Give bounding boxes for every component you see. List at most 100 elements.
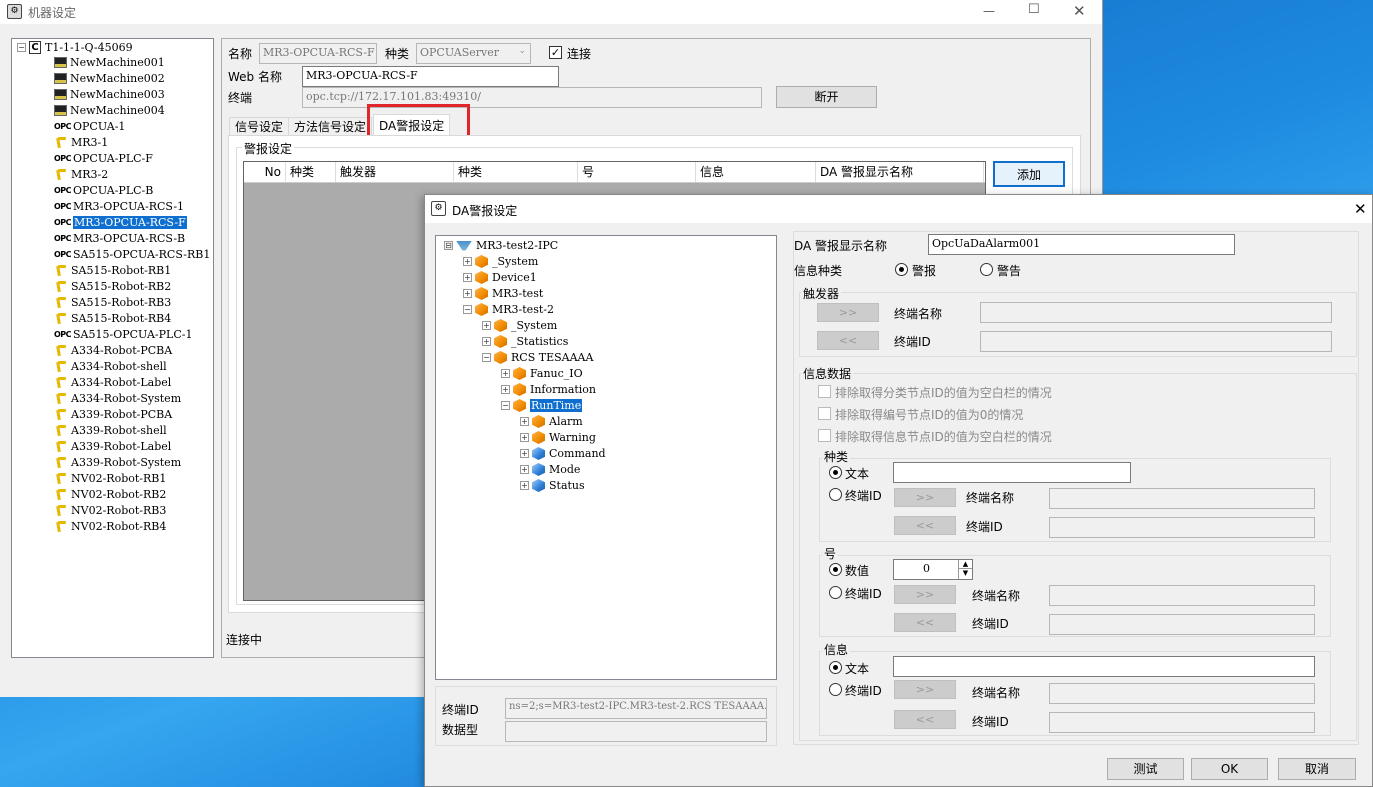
tree-item[interactable]: A334-Robot-Label xyxy=(54,374,171,390)
stepper-up-icon[interactable]: ▲ xyxy=(958,560,972,569)
info-text-input[interactable] xyxy=(893,656,1315,677)
tree-item[interactable]: OPC OPCUA-1 xyxy=(54,118,125,134)
number-forward-button[interactable]: >> xyxy=(894,585,956,604)
expand-icon[interactable]: + xyxy=(520,449,529,458)
number-node-id-field[interactable] xyxy=(1049,614,1315,635)
tree-item[interactable]: OPC OPCUA-PLC-F xyxy=(54,150,153,166)
info-node-name-field[interactable] xyxy=(1049,683,1315,704)
trigger-back-button[interactable]: << xyxy=(817,331,879,350)
tree-item[interactable]: OPC OPCUA-PLC-B xyxy=(54,182,153,198)
expand-icon[interactable]: + xyxy=(501,369,510,378)
tree-item[interactable]: OPC MR3-OPCUA-RCS-B xyxy=(54,230,185,246)
collapse-icon[interactable]: − xyxy=(501,401,510,410)
tree-item[interactable]: MR3-1 xyxy=(54,134,108,150)
test-button[interactable]: 测试 xyxy=(1107,758,1184,780)
tree-item[interactable]: MR3-2 xyxy=(54,166,108,182)
tree-item[interactable]: SA515-Robot-RB2 xyxy=(54,278,171,294)
datatype-field[interactable] xyxy=(505,721,767,742)
tree-item[interactable]: A339-Robot-PCBA xyxy=(54,406,172,422)
expand-icon[interactable]: + xyxy=(463,273,472,282)
tree-item[interactable]: A339-Robot-Label xyxy=(54,438,171,454)
kind-node-id-field[interactable] xyxy=(1049,517,1315,538)
tree-item[interactable]: A334-Robot-PCBA xyxy=(54,342,172,358)
info-node-id-radio[interactable] xyxy=(829,683,842,696)
expand-icon[interactable]: + xyxy=(482,337,491,346)
kind-node-name-field[interactable] xyxy=(1049,488,1315,509)
node-tree-item[interactable]: + Mode xyxy=(520,461,580,477)
tree-root[interactable]: − C T1-1-1-Q-45069 xyxy=(17,39,133,55)
collapse-icon[interactable]: − xyxy=(17,43,26,52)
node-id-field[interactable]: ns=2;s=MR3-test2-IPC.MR3-test-2.RCS TESA… xyxy=(505,698,767,719)
tree-item[interactable]: SA515-Robot-RB1 xyxy=(54,262,171,278)
col-display-name[interactable]: DA 警报显示名称 xyxy=(816,162,984,182)
expand-icon[interactable]: + xyxy=(520,417,529,426)
tree-item[interactable]: SA515-Robot-RB3 xyxy=(54,294,171,310)
node-tree-item[interactable]: + Fanuc_IO xyxy=(501,365,583,381)
maximize-icon[interactable]: ☐ xyxy=(1028,2,1040,17)
kind-node-id-radio[interactable] xyxy=(829,488,842,501)
warning-radio[interactable] xyxy=(980,263,993,276)
expand-icon[interactable]: + xyxy=(463,289,472,298)
node-tree-item[interactable]: + _System xyxy=(482,317,557,333)
tree-item[interactable]: OPC MR3-OPCUA-RCS-1 xyxy=(54,198,184,214)
node-tree-item[interactable]: − RCS TESAAAA xyxy=(482,349,593,365)
kind-forward-button[interactable]: >> xyxy=(894,488,956,507)
node-tree-item[interactable]: − MR3-test-2 xyxy=(463,301,554,317)
ok-button[interactable]: OK xyxy=(1191,758,1268,780)
tree-item[interactable]: SA515-Robot-RB4 xyxy=(54,310,171,326)
info-forward-button[interactable]: >> xyxy=(894,680,956,699)
node-tree-item[interactable]: + MR3-test xyxy=(463,285,543,301)
tree-item[interactable]: NewMachine001 xyxy=(54,54,165,70)
tree-item[interactable]: OPC SA515-OPCUA-RCS-RB1 xyxy=(54,246,210,262)
tab-signal-settings[interactable]: 信号设定 xyxy=(229,117,290,137)
tree-item[interactable]: A339-Robot-System xyxy=(54,454,181,470)
collapse-icon[interactable]: − xyxy=(482,353,491,362)
tree-item[interactable]: OPC SA515-OPCUA-PLC-1 xyxy=(54,326,192,342)
web-name-input[interactable]: MR3-OPCUA-RCS-F xyxy=(302,66,559,87)
exclude-blank-info-checkbox[interactable] xyxy=(818,429,831,442)
expand-icon[interactable]: + xyxy=(520,465,529,474)
exclude-blank-kind-checkbox[interactable] xyxy=(818,385,831,398)
col-no[interactable]: No xyxy=(244,162,286,182)
node-tree-item[interactable]: + _System xyxy=(463,253,538,269)
trigger-node-name-field[interactable] xyxy=(980,302,1332,323)
name-field[interactable]: MR3-OPCUA-RCS-F xyxy=(259,43,377,64)
tree-item[interactable]: NewMachine002 xyxy=(54,70,165,86)
node-tree-item[interactable]: + _Statistics xyxy=(482,333,568,349)
expand-icon[interactable]: + xyxy=(520,481,529,490)
kind-back-button[interactable]: << xyxy=(894,516,956,535)
disconnect-button[interactable]: 断开 xyxy=(776,86,877,108)
minimize-icon[interactable]: — xyxy=(983,4,995,18)
connect-checkbox[interactable]: ✓ xyxy=(549,46,562,59)
exclude-zero-number-checkbox[interactable] xyxy=(818,407,831,420)
col-number[interactable]: 号 xyxy=(578,162,696,182)
col-trigger[interactable]: 触发器 xyxy=(336,162,454,182)
machine-tree[interactable]: − C T1-1-1-Q-45069 NewMachine001 NewMachine… xyxy=(11,38,214,658)
info-node-id-field[interactable] xyxy=(1049,712,1315,733)
expand-icon[interactable]: + xyxy=(520,433,529,442)
col-kind-2[interactable]: 种类 xyxy=(454,162,578,182)
trigger-node-id-field[interactable] xyxy=(980,331,1332,352)
number-numeric-radio[interactable] xyxy=(829,563,842,576)
display-name-input[interactable]: OpcUaDaAlarm001 xyxy=(928,234,1235,255)
tree-item[interactable]: NV02-Robot-RB2 xyxy=(54,486,166,502)
info-back-button[interactable]: << xyxy=(894,710,956,729)
node-tree-item[interactable]: − RunTime xyxy=(501,397,583,413)
tree-item[interactable]: NewMachine004 xyxy=(54,102,165,118)
node-tree-item[interactable]: + Status xyxy=(520,477,585,493)
close-icon[interactable]: ✕ xyxy=(1354,200,1367,218)
col-kind[interactable]: 种类 xyxy=(286,162,336,182)
number-back-button[interactable]: << xyxy=(894,613,956,632)
node-tree-item[interactable]: ⊟ MR3-test2-IPC xyxy=(444,237,558,253)
kind-select[interactable]: OPCUAServer ⌄ xyxy=(416,43,531,64)
tree-item[interactable]: A339-Robot-shell xyxy=(54,422,167,438)
tree-item[interactable]: A334-Robot-shell xyxy=(54,358,167,374)
node-tree[interactable]: ⊟ MR3-test2-IPC + _System + Device1 + MR3-test −… xyxy=(435,235,777,680)
number-stepper[interactable]: 0 ▲ ▼ xyxy=(893,559,973,580)
node-tree-item[interactable]: + Warning xyxy=(520,429,596,445)
cancel-button[interactable]: 取消 xyxy=(1278,758,1356,780)
node-tree-item[interactable]: + Command xyxy=(520,445,606,461)
tree-item[interactable]: NV02-Robot-RB3 xyxy=(54,502,166,518)
expand-icon[interactable]: + xyxy=(463,257,472,266)
node-tree-item[interactable]: + Device1 xyxy=(463,269,537,285)
